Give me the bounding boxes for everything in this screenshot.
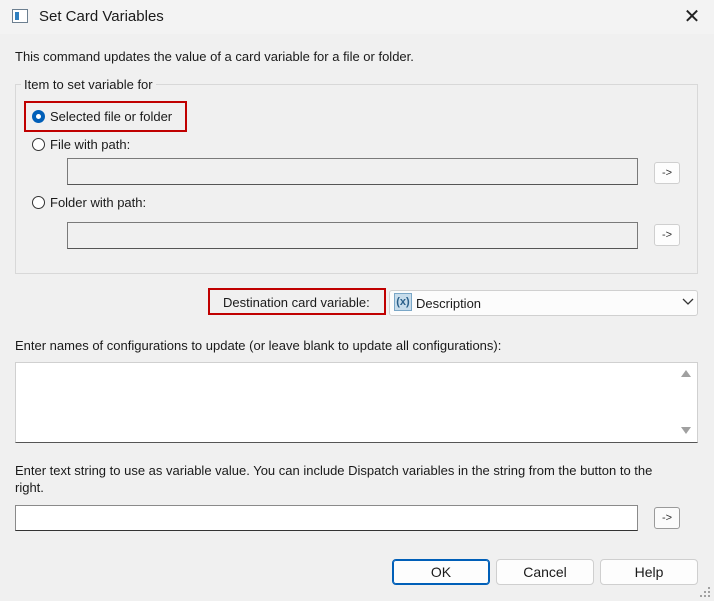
option-file-label[interactable]: File with path: <box>50 137 130 152</box>
file-browse-button[interactable]: -> <box>654 162 680 184</box>
cancel-button[interactable]: Cancel <box>496 559 594 585</box>
resize-grip-icon[interactable] <box>700 587 712 599</box>
configs-textarea[interactable] <box>15 362 698 443</box>
chevron-down-icon[interactable] <box>682 297 694 307</box>
variable-icon: (x) <box>394 293 412 311</box>
folder-path-field[interactable] <box>67 222 638 249</box>
help-button[interactable]: Help <box>600 559 698 585</box>
value-label-line1: Enter text string to use as variable val… <box>15 463 653 478</box>
folder-browse-button[interactable]: -> <box>654 224 680 246</box>
scroll-down-icon[interactable] <box>681 427 691 434</box>
window-title: Set Card Variables <box>39 8 164 25</box>
value-label-line2: right. <box>15 480 44 495</box>
destination-value: Description <box>416 296 482 311</box>
file-path-field[interactable] <box>67 158 638 185</box>
app-icon <box>12 9 28 23</box>
radio-folder-with-path[interactable] <box>32 196 45 209</box>
option-selected-label[interactable]: Selected file or folder <box>50 109 172 124</box>
destination-label: Destination card variable: <box>223 295 370 310</box>
insert-variable-button[interactable]: -> <box>654 507 680 529</box>
item-group-label: Item to set variable for <box>21 77 156 92</box>
value-string-input[interactable] <box>15 505 638 531</box>
radio-file-with-path[interactable] <box>32 138 45 151</box>
intro-text: This command updates the value of a card… <box>15 49 414 64</box>
option-folder-label[interactable]: Folder with path: <box>50 195 146 210</box>
ok-button[interactable]: OK <box>392 559 490 585</box>
configs-label: Enter names of configurations to update … <box>15 338 502 353</box>
scroll-up-icon[interactable] <box>681 370 691 377</box>
radio-selected-file-or-folder[interactable] <box>32 110 45 123</box>
close-icon[interactable]: ✕ <box>680 6 704 28</box>
